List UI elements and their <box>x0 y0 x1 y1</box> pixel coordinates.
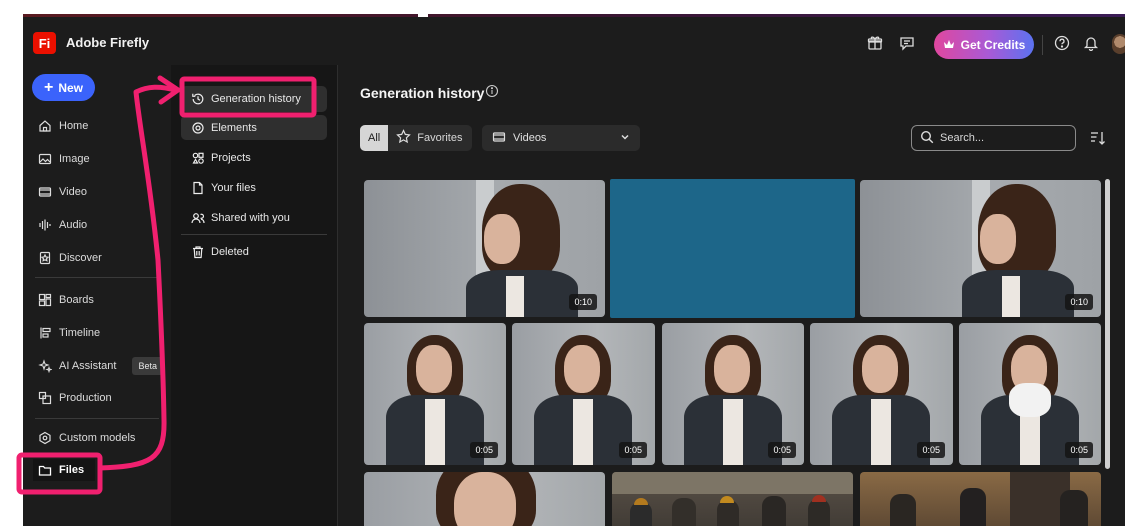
panel-item-shared-with-you[interactable]: Shared with you <box>181 205 327 231</box>
media-type-dropdown[interactable]: Videos <box>482 125 640 151</box>
elements-icon <box>191 121 205 135</box>
chevron-down-icon <box>620 132 630 145</box>
duration-badge: 0:10 <box>1065 294 1093 310</box>
rail-item-boards[interactable]: Boards <box>37 289 94 311</box>
generation-grid: 0:10 0:10 0:05 0:05 0:05 0:05 0:05 <box>364 179 1104 526</box>
rail-item-video[interactable]: Video <box>37 181 87 203</box>
bell-icon[interactable] <box>1081 33 1101 53</box>
video-tile-loading[interactable] <box>610 179 855 318</box>
duration-badge: 0:05 <box>619 442 647 458</box>
panel-item-your-files[interactable]: Your files <box>181 175 327 201</box>
video-tile[interactable]: 0:10 <box>364 180 605 317</box>
rail-item-discover[interactable]: Discover <box>37 247 102 269</box>
video-tile[interactable]: 0:05 <box>364 323 506 465</box>
filter-favorites-button[interactable]: Favorites <box>388 125 472 151</box>
rail-item-ai-assistant[interactable]: AI Assistant Beta <box>37 355 163 377</box>
crown-icon <box>943 38 955 52</box>
rail-item-audio[interactable]: Audio <box>37 214 87 236</box>
new-button[interactable]: + New <box>32 74 95 101</box>
video-tile[interactable]: 0:05 <box>512 323 655 465</box>
video-tile[interactable]: 0:05 <box>959 323 1101 465</box>
get-credits-button[interactable]: Get Credits <box>934 30 1034 59</box>
gift-icon[interactable] <box>865 33 885 53</box>
boards-icon <box>37 292 53 308</box>
video-tile[interactable]: 0:05 <box>810 323 953 465</box>
sort-icon[interactable] <box>1089 129 1107 147</box>
search-field[interactable]: Search... <box>911 125 1076 151</box>
file-icon <box>191 181 205 195</box>
main-content: Generation history All Favorites Videos … <box>338 65 1125 526</box>
duration-badge: 0:05 <box>917 442 945 458</box>
video-tile[interactable] <box>364 472 605 526</box>
sparkle-icon <box>37 358 53 374</box>
rail-item-files[interactable]: Files <box>33 459 95 481</box>
new-button-label: New <box>58 80 84 95</box>
star-icon <box>396 129 412 147</box>
audio-icon <box>37 217 53 233</box>
search-input[interactable]: Search... <box>940 132 984 144</box>
custom-models-icon <box>37 430 53 446</box>
timeline-icon <box>37 325 53 341</box>
history-icon <box>191 92 205 106</box>
duration-badge: 0:05 <box>470 442 498 458</box>
production-icon <box>37 390 53 406</box>
user-avatar[interactable] <box>1112 34 1125 54</box>
help-icon[interactable] <box>1052 33 1072 53</box>
panel-item-generation-history[interactable]: Generation history <box>181 86 327 112</box>
video-icon <box>492 130 506 147</box>
rail-item-home[interactable]: Home <box>37 115 88 137</box>
get-credits-label: Get Credits <box>960 37 1026 52</box>
video-tile[interactable]: 0:05 <box>662 323 804 465</box>
panel-item-projects[interactable]: Projects <box>181 145 327 171</box>
rail-item-production[interactable]: Production <box>37 387 112 409</box>
discover-icon <box>37 250 53 266</box>
trash-icon <box>191 245 205 259</box>
app-title[interactable]: Adobe Firefly <box>66 35 149 50</box>
duration-badge: 0:05 <box>1065 442 1093 458</box>
home-icon <box>37 118 53 134</box>
filter-all-button[interactable]: All <box>360 125 389 151</box>
panel-item-elements[interactable]: Elements <box>181 115 327 140</box>
video-tile[interactable] <box>612 472 853 526</box>
files-panel: Generation history Elements Projects You… <box>171 65 337 526</box>
shared-icon <box>191 211 205 225</box>
rail-item-custom-models[interactable]: Custom models <box>37 427 135 449</box>
video-icon <box>37 184 53 200</box>
rail-item-timeline[interactable]: Timeline <box>37 322 100 344</box>
page-title: Generation history <box>360 85 485 101</box>
info-icon[interactable] <box>485 84 499 98</box>
feedback-icon[interactable] <box>897 33 917 53</box>
filter-segment: All Favorites <box>360 125 473 151</box>
app-header: Fi Adobe Firefly Get Credits <box>23 17 1125 65</box>
grid-scrollbar[interactable] <box>1105 179 1110 469</box>
firefly-logo[interactable]: Fi <box>33 32 56 54</box>
plus-icon: + <box>43 78 54 96</box>
duration-badge: 0:05 <box>768 442 796 458</box>
video-tile[interactable]: 0:10 <box>860 180 1101 317</box>
beta-badge: Beta <box>132 357 163 375</box>
panel-item-deleted[interactable]: Deleted <box>181 239 327 265</box>
rail-item-image[interactable]: Image <box>37 148 90 170</box>
projects-icon <box>191 151 205 165</box>
folder-icon <box>37 462 53 478</box>
video-tile[interactable] <box>860 472 1101 526</box>
app-window: Fi Adobe Firefly Get Credits + New Home … <box>23 14 1125 526</box>
search-icon <box>920 130 934 147</box>
duration-badge: 0:10 <box>569 294 597 310</box>
left-rail: + New Home Image Video Audio Discover Bo… <box>23 65 171 526</box>
image-icon <box>37 151 53 167</box>
